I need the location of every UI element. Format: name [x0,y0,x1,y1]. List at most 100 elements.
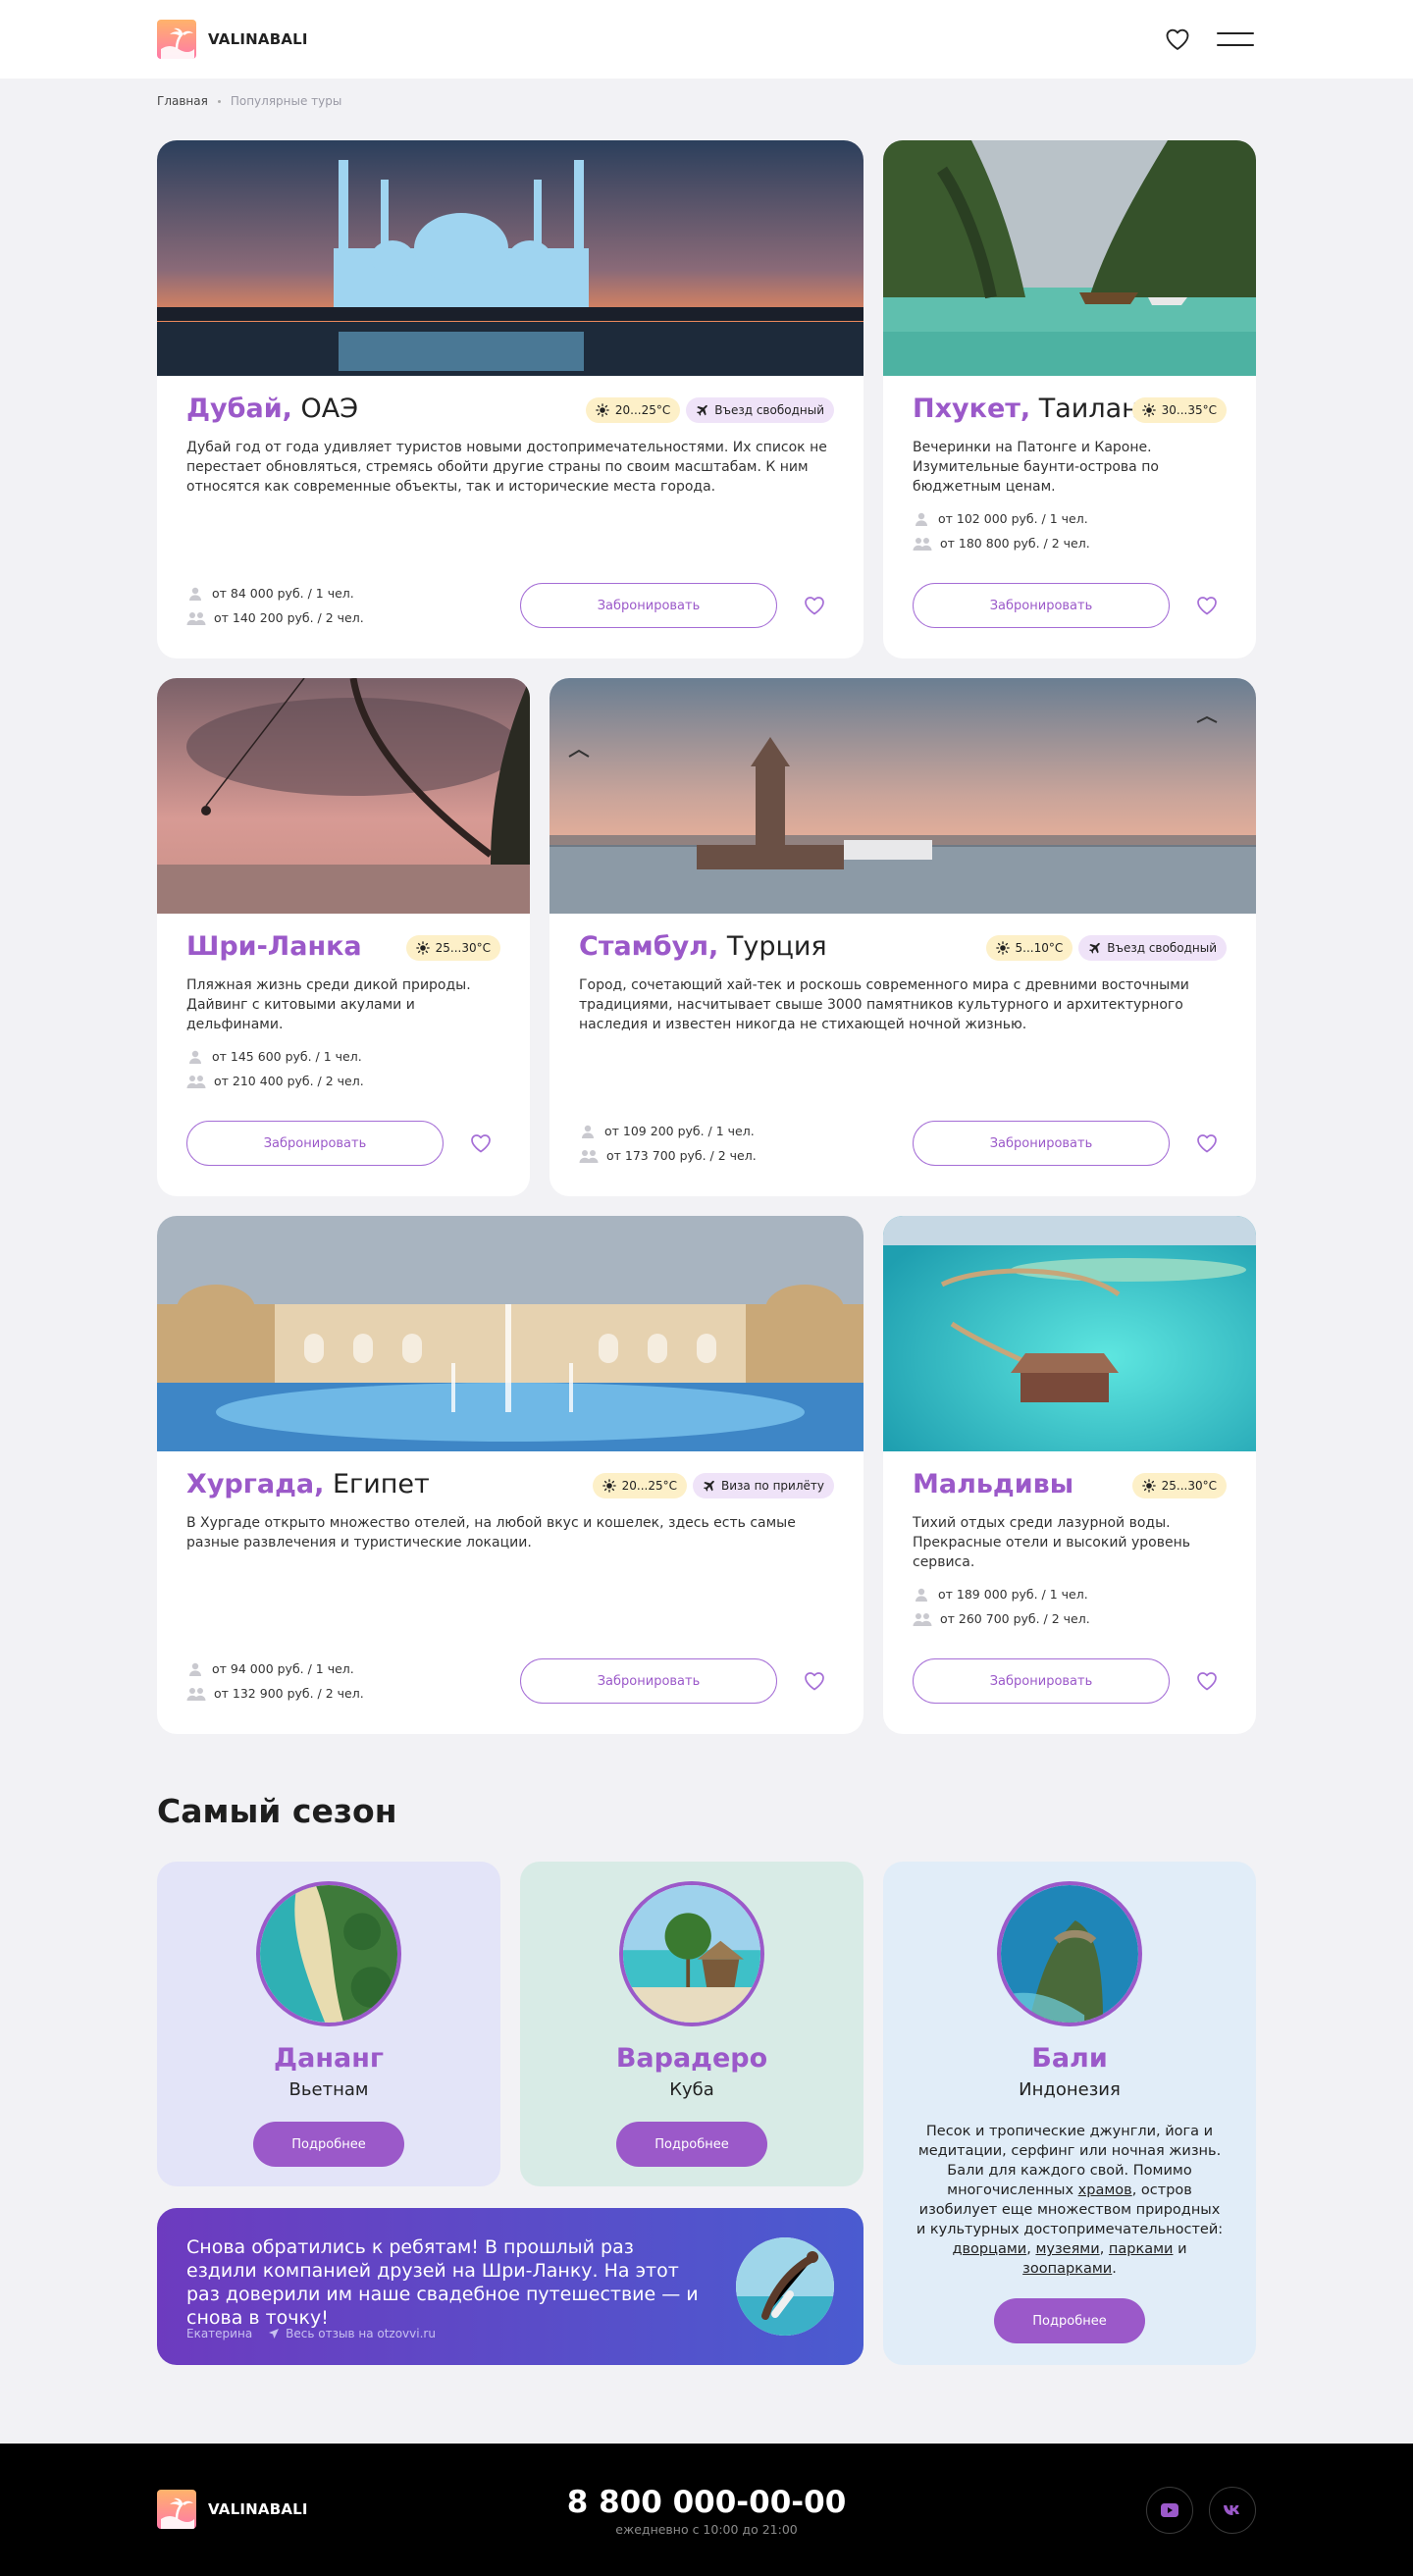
two-persons-icon [186,1686,206,1702]
favorite-heart-icon[interactable] [1195,1669,1219,1693]
season-description: Песок и тропические джунгли, йога и меди… [913,2122,1227,2279]
museums-link[interactable]: музеями [1035,2241,1099,2257]
tour-prices: от 189 000 руб. / 1 чел. от 260 700 руб.… [913,1582,1090,1631]
reviewer-avatar [736,2237,834,2336]
sun-icon [1142,403,1156,417]
tour-title: Хургада, Египет [186,1469,430,1499]
weather-value: 30...35°C [1161,403,1217,417]
breadcrumb-home[interactable]: Главная [157,94,208,108]
tour-photo [883,1216,1256,1451]
favorite-heart-icon[interactable] [803,594,826,617]
tour-photo [550,678,1256,914]
book-button[interactable]: Забронировать [520,583,777,628]
review-source-link[interactable]: Весь отзыв на otzovvi.ru [268,2327,436,2340]
season-card-bali: Бали Индонезия Песок и тропические джунг… [883,1862,1256,2365]
tour-title: Стамбул, Турция [579,931,827,962]
price-two-value: от 173 700 руб. / 2 чел. [606,1148,757,1163]
zoos-link[interactable]: зоопарками [1022,2261,1112,2277]
weather-tag: 25...30°C [405,935,500,961]
breadcrumb-current: Популярные туры [230,94,342,108]
price-one-value: от 102 000 руб. / 1 чел. [938,511,1088,526]
site-header: VALINABALI [0,0,1413,79]
two-persons-icon [913,536,932,552]
favorite-heart-icon[interactable] [803,1669,826,1693]
book-button[interactable]: Забронировать [913,1658,1170,1704]
season-city: Дананг [274,2043,384,2074]
weather-tag: 30...35°C [1131,397,1227,423]
tour-country: Турция [726,931,827,962]
weather-value: 20...25°C [614,403,671,417]
two-persons-icon [186,610,206,626]
price-two-value: от 210 400 руб. / 2 чел. [214,1074,364,1088]
hamburger-menu-icon[interactable] [1217,29,1254,49]
price-two-value: от 180 800 руб. / 2 чел. [940,536,1090,551]
more-button[interactable]: Подробнее [616,2122,767,2167]
separator: и [1178,2241,1187,2257]
tour-description: Город, сочетающий хай-тек и роскошь совр… [579,977,1189,1032]
visa-tag: Въезд свободный [686,397,834,423]
palm-logo-icon [157,20,196,59]
separator: , [1099,2241,1105,2257]
vk-icon [1224,2505,1239,2515]
send-arrow-icon [269,2329,280,2339]
price-one-person: от 84 000 руб. / 1 чел. [186,581,364,605]
visa-value: Въезд свободный [1107,941,1217,955]
more-button[interactable]: Подробнее [253,2122,404,2167]
favorite-heart-icon[interactable] [1195,1131,1219,1155]
parks-link[interactable]: парками [1109,2241,1174,2257]
tour-tags: 20...25°C Въезд свободный [585,397,834,423]
tour-country: ОАЭ [300,394,359,424]
more-button[interactable]: Подробнее [994,2298,1145,2343]
tour-prices: от 84 000 руб. / 1 чел. от 140 200 руб. … [186,581,364,630]
logo[interactable]: VALINABALI [157,20,308,59]
season-city: Бали [1031,2043,1108,2074]
youtube-button[interactable] [1146,2487,1193,2534]
season-country: Индонезия [1019,2079,1121,2100]
price-one-value: от 109 200 руб. / 1 чел. [604,1124,755,1138]
weather-value: 5...10°C [1015,941,1064,955]
person-icon [913,1587,930,1603]
season-card-varadero: Варадеро Куба Подробнее [520,1862,864,2186]
temples-link[interactable]: храмов [1078,2182,1132,2198]
tour-title: Мальдивы [913,1469,1073,1499]
price-one-person: от 102 000 руб. / 1 чел. [913,506,1090,531]
price-one-value: от 145 600 руб. / 1 чел. [212,1049,362,1064]
price-one-value: от 94 000 руб. / 1 чел. [212,1661,354,1676]
two-persons-icon [579,1148,599,1164]
two-persons-icon [913,1611,932,1627]
footer-phone[interactable]: 8 800 000-00-00 [0,2485,1413,2520]
review-source: Весь отзыв на otzovvi.ru [286,2327,436,2340]
tour-city: Стамбул, [579,931,719,962]
tour-description: Пляжная жизнь среди дикой природы. Дайви… [186,977,471,1032]
plane-icon [703,1480,715,1493]
price-two-persons: от 210 400 руб. / 2 чел. [186,1069,364,1093]
two-persons-icon [186,1074,206,1089]
tour-title: Пхукет, Таиланд [913,394,1157,424]
tour-description: В Хургаде открыто множество отелей, на л… [186,1515,796,1551]
weather-tag: 20...25°C [592,1473,687,1498]
book-button[interactable]: Забронировать [520,1658,777,1704]
favorite-heart-icon[interactable] [469,1131,493,1155]
season-photo [619,1881,764,2026]
book-button[interactable]: Забронировать [913,583,1170,628]
season-section-title: Самый сезон [157,1792,397,1830]
youtube-icon [1161,2503,1178,2517]
tour-tags: 25...30°C [1131,1473,1227,1498]
tour-card-istanbul: Стамбул, Турция 5...10°C Въезд свободный… [550,678,1256,1196]
book-button[interactable]: Забронировать [913,1121,1170,1166]
tour-description: Тихий отдых среди лазурной воды. Прекрас… [913,1515,1190,1570]
book-button[interactable]: Забронировать [186,1121,444,1166]
tour-photo [883,140,1256,376]
visa-tag: Въезд свободный [1078,935,1227,961]
season-city: Варадеро [615,2043,768,2074]
palaces-link[interactable]: дворцами [952,2241,1026,2257]
sun-icon [602,1479,616,1493]
plane-icon [1088,942,1101,955]
favorites-heart-icon[interactable] [1164,26,1191,53]
plane-icon [696,404,708,417]
tour-city: Мальдивы [913,1469,1074,1499]
vk-button[interactable] [1209,2487,1256,2534]
brand-name: VALINABALI [208,30,308,48]
favorite-heart-icon[interactable] [1195,594,1219,617]
separator: . [1112,2261,1117,2277]
